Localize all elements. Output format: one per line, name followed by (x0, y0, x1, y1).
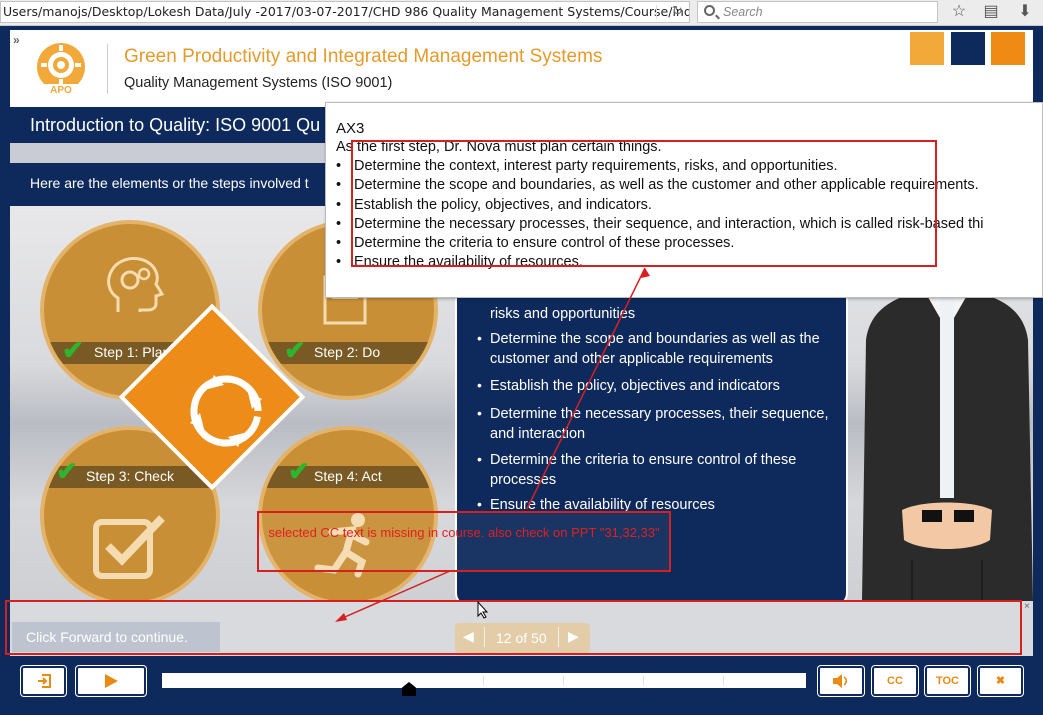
search-placeholder: Search (723, 5, 763, 19)
bullet: • (477, 377, 482, 393)
url-text: Users/manojs/Desktop/Lokesh Data/July -2… (3, 4, 690, 19)
sidebar-toggle-icon[interactable]: » (13, 33, 20, 47)
intro-text: Here are the elements or the steps invol… (30, 175, 309, 191)
decor-square-orange (910, 32, 944, 65)
panel-item: Determine the criteria to ensure control… (490, 452, 797, 488)
course-header: APO Green Productivity and Integrated Ma… (10, 30, 1033, 107)
header-divider (107, 44, 108, 94)
exit-button[interactable] (21, 666, 66, 696)
checkmark-icon: ✔ (288, 456, 310, 486)
play-icon (105, 674, 118, 688)
cc-popup-title: AX3 (336, 120, 365, 137)
decor-square-navy (951, 32, 985, 65)
close-button[interactable]: ✖ (978, 666, 1023, 696)
speaker-icon (833, 674, 848, 688)
bullet: • (477, 496, 482, 512)
slide-title: Introduction to Quality: ISO 9001 Qu (30, 115, 321, 135)
footer-highlight (5, 600, 1022, 655)
panel-item: risks and opportunities (490, 306, 636, 322)
reload-icon[interactable]: ↻ (672, 2, 683, 22)
mouse-cursor-icon (477, 601, 489, 619)
browser-toolbar: Users/manojs/Desktop/Lokesh Data/July -2… (0, 0, 1043, 26)
panel-item: Determine the scope and boundaries as we… (490, 331, 820, 367)
review-note-box (257, 511, 671, 572)
cycle-arrows-icon (190, 375, 262, 447)
missing-text-highlight (351, 140, 937, 267)
checkmark-icon: ✔ (62, 335, 84, 365)
progress-tick (643, 676, 644, 686)
panel-item: Determine the necessary processes, their… (490, 406, 829, 442)
progress-tick (723, 676, 724, 686)
play-button[interactable] (76, 666, 146, 696)
logo-text: APO (50, 85, 72, 96)
apo-logo: APO (37, 43, 85, 96)
audio-button[interactable] (818, 666, 864, 696)
search-input[interactable]: Search (697, 1, 938, 23)
search-icon (704, 5, 715, 16)
download-icon[interactable]: ⬇ (1014, 2, 1036, 22)
course-title: Green Productivity and Integrated Manage… (124, 46, 603, 67)
checkbox-icon (93, 515, 165, 579)
url-separator (656, 5, 657, 19)
bullet: • (477, 451, 482, 467)
reading-list-icon[interactable]: ▤ (980, 2, 1002, 22)
toc-button[interactable]: TOC (925, 666, 970, 696)
cc-button[interactable]: CC (872, 666, 918, 696)
url-bar[interactable]: Users/manojs/Desktop/Lokesh Data/July -2… (0, 1, 690, 23)
course-subtitle: Quality Management Systems (ISO 9001) (124, 75, 393, 91)
progress-tick (563, 676, 564, 686)
step-act-label: Step 4: Act (314, 468, 382, 484)
close-small-icon[interactable]: × (1024, 601, 1030, 612)
head-gears-icon (107, 257, 165, 312)
progress-bar[interactable] (162, 673, 806, 688)
checkmark-icon: ✔ (284, 335, 306, 365)
review-note: selected CC text is missing in course. a… (268, 525, 660, 540)
exit-icon (37, 674, 51, 688)
step-do-label: Step 2: Do (314, 344, 381, 360)
close-icon: ✖ (995, 675, 1006, 687)
panel-item: Establish the policy, objectives and ind… (490, 378, 780, 394)
presenter-figure (862, 280, 1033, 601)
step-check-label: Step 3: Check (86, 468, 174, 484)
progress-tick (483, 676, 484, 686)
bookmark-star-icon[interactable]: ☆ (948, 2, 970, 22)
checkmark-icon: ✔ (56, 456, 78, 486)
decor-square-dark-orange (991, 32, 1025, 65)
bullet: • (477, 405, 482, 421)
bullet: • (477, 330, 482, 346)
